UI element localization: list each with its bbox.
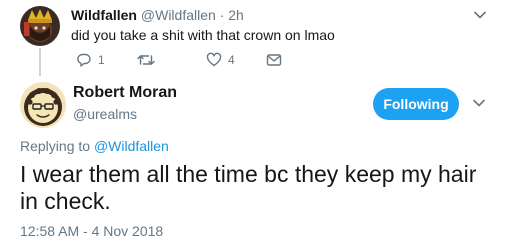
envelope-icon[interactable] [266,52,282,68]
parent-handle[interactable]: @Wildfallen [141,7,216,23]
replying-to-prefix: Replying to [20,138,91,154]
parent-tweet-text: did you take a shit with that crown on l… [71,27,335,43]
reply-action[interactable]: 1 [76,51,105,69]
replying-to-line: Replying to @Wildfallen [20,138,169,154]
heart-icon[interactable] [206,52,222,68]
thread-connector-line [39,48,41,76]
parent-display-name[interactable]: Wildfallen [71,7,137,23]
retweet-icon[interactable] [137,52,155,68]
chevron-down-icon[interactable] [472,96,486,110]
like-action[interactable]: 4 [206,51,235,69]
retweet-action[interactable] [137,51,161,69]
author-handle[interactable]: @urealms [73,106,137,122]
parent-avatar[interactable] [20,6,60,46]
author-avatar[interactable] [20,82,66,128]
message-action[interactable] [266,51,282,69]
like-count: 4 [228,53,235,67]
chevron-down-icon[interactable] [473,8,487,22]
replying-to-link[interactable]: @Wildfallen [94,138,169,154]
reply-count: 1 [98,53,105,67]
tweet-timestamp[interactable]: 12:58 AM - 4 Nov 2018 [20,223,163,239]
parent-separator: · [219,7,225,23]
following-button[interactable]: Following [373,88,459,120]
tweet-text: I wear them all the time bc they keep my… [20,161,477,214]
parent-timestamp[interactable]: 2h [228,7,244,23]
author-display-name[interactable]: Robert Moran [73,84,177,102]
reply-icon[interactable] [76,52,92,68]
parent-tweet-header: Wildfallen @Wildfallen · 2h [71,7,244,23]
